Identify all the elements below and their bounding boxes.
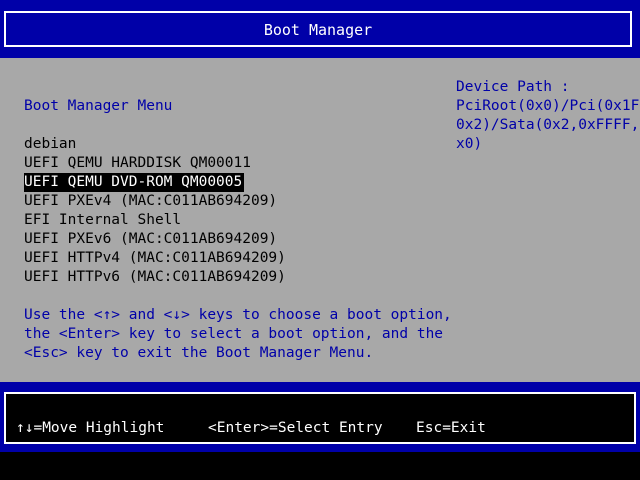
main-panel: Boot Manager Menu debian UEFI QEMU HARDD…: [0, 58, 640, 382]
boot-option-httpv6[interactable]: UEFI HTTPv6 (MAC:C011AB694209): [24, 268, 286, 287]
help-text: Use the <↑> and <↓> keys to choose a boo…: [24, 306, 452, 363]
footer-band: ↑↓=Move Highlight <Enter>=Select Entry E…: [0, 382, 640, 452]
boot-option-label: UEFI HTTPv4 (MAC:C011AB694209): [24, 250, 286, 266]
boot-option-label: EFI Internal Shell: [24, 212, 182, 228]
boot-option-debian[interactable]: debian: [24, 135, 286, 154]
device-path-title: Device Path :: [456, 79, 570, 95]
boot-option-qemu-dvd-rom[interactable]: UEFI QEMU DVD-ROM QM00005: [24, 173, 286, 192]
help-line: Use the <↑> and <↓> keys to choose a boo…: [24, 307, 452, 323]
boot-option-label: UEFI QEMU HARDDISK QM00011: [24, 155, 251, 171]
boot-option-httpv4[interactable]: UEFI HTTPv4 (MAC:C011AB694209): [24, 249, 286, 268]
boot-option-label: UEFI HTTPv6 (MAC:C011AB694209): [24, 269, 286, 285]
boot-option-label: UEFI PXEv6 (MAC:C011AB694209): [24, 231, 278, 247]
boot-manager-screen: Boot Manager Boot Manager Menu debian UE…: [0, 0, 640, 480]
help-line: the <Enter> key to select a boot option,…: [24, 326, 444, 342]
device-path-value: PciRoot(0x0)/Pci(0x1F, 0x2)/Sata(0x2,0xFF…: [456, 97, 640, 154]
device-path-line: x0): [456, 136, 483, 152]
device-path-line: 0x2)/Sata(0x2,0xFFFF,0: [456, 117, 640, 133]
boot-option-label-selected: UEFI QEMU DVD-ROM QM00005: [24, 173, 245, 192]
footer-move-hint: ↑↓=Move Highlight: [16, 420, 165, 436]
boot-option-label: UEFI PXEv4 (MAC:C011AB694209): [24, 193, 278, 209]
footer-select-hint: <Enter>=Select Entry: [208, 420, 383, 436]
footer-exit-hint: Esc=Exit: [416, 420, 486, 436]
boot-option-efi-shell[interactable]: EFI Internal Shell: [24, 211, 286, 230]
boot-option-pxev6[interactable]: UEFI PXEv6 (MAC:C011AB694209): [24, 230, 286, 249]
menu-title: Boot Manager Menu: [24, 98, 173, 114]
title-band: Boot Manager: [0, 0, 640, 58]
title-frame: Boot Manager: [4, 11, 632, 47]
boot-option-pxev4[interactable]: UEFI PXEv4 (MAC:C011AB694209): [24, 192, 286, 211]
device-path-line: PciRoot(0x0)/Pci(0x1F,: [456, 98, 640, 114]
page-title: Boot Manager: [263, 21, 373, 39]
boot-option-label: debian: [24, 136, 77, 152]
help-line: <Esc> key to exit the Boot Manager Menu.: [24, 345, 374, 361]
boot-option-qemu-harddisk[interactable]: UEFI QEMU HARDDISK QM00011: [24, 154, 286, 173]
boot-option-list: debian UEFI QEMU HARDDISK QM00011 UEFI Q…: [24, 135, 286, 287]
